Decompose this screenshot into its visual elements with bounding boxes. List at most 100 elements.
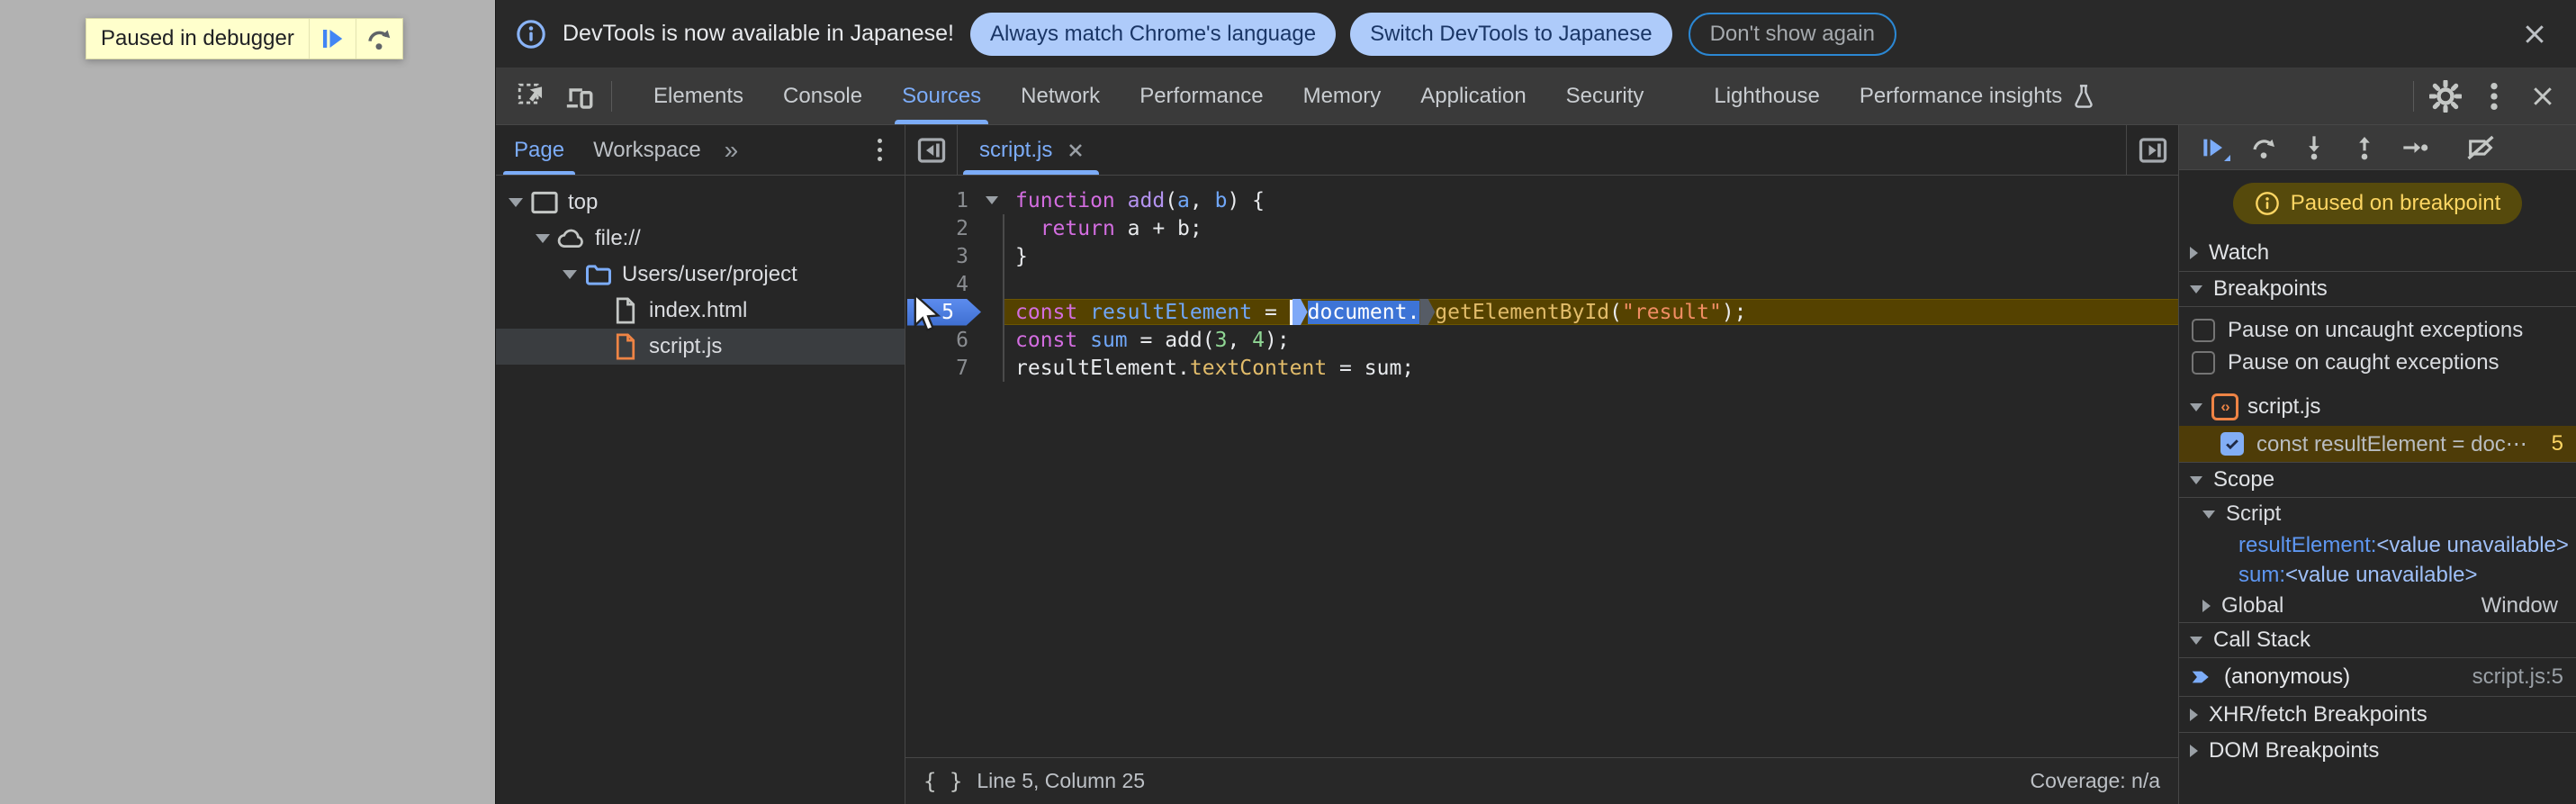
tab-page[interactable]: Page: [500, 125, 579, 175]
line-number[interactable]: 4: [905, 273, 981, 296]
sources-navigator: Page Workspace » top file:// Users/user/pr…: [496, 125, 905, 804]
code-line-content[interactable]: }: [1004, 245, 2178, 268]
scope-global-group[interactable]: Global Window: [2179, 590, 2576, 622]
resume-button[interactable]: [2188, 127, 2238, 168]
tree-item-top[interactable]: top: [496, 185, 905, 221]
close-icon[interactable]: [1065, 140, 1086, 161]
editor-tab-strip: script.js: [905, 125, 2178, 176]
panel-tab-security[interactable]: Security: [1546, 68, 1664, 124]
line-number[interactable]: 6: [905, 329, 981, 352]
breakpoint-checkbox[interactable]: [2220, 432, 2244, 456]
scope-variable-sum[interactable]: sum: <value unavailable>: [2179, 560, 2576, 590]
section-scope[interactable]: Scope: [2179, 462, 2576, 498]
dont-show-again-button[interactable]: Don't show again: [1688, 12, 1896, 56]
infobar-action-button-0[interactable]: Always match Chrome's language: [969, 12, 1337, 56]
exception-toggle-label: Pause on uncaught exceptions: [2228, 318, 2524, 342]
fold-gutter[interactable]: [981, 242, 1004, 270]
panel-tab-elements[interactable]: Elements: [634, 68, 763, 124]
toggle-device-toolbar-button[interactable]: [555, 68, 604, 124]
code-line-content[interactable]: return a + b;: [1004, 217, 2178, 240]
inline-breakpoint-marker-active[interactable]: [1292, 299, 1308, 325]
step-button[interactable]: [2390, 127, 2440, 168]
panel-tab-console[interactable]: Console: [763, 68, 882, 124]
panel-tab-lighthouse[interactable]: Lighthouse: [1694, 68, 1839, 124]
panel-tab-performance[interactable]: Performance: [1120, 68, 1283, 124]
more-options-button[interactable]: [2470, 68, 2518, 124]
fold-gutter[interactable]: [981, 326, 1004, 354]
tree-item-users-user-project[interactable]: Users/user/project: [496, 257, 905, 293]
fold-gutter[interactable]: [981, 270, 1004, 298]
toolbar-separator: [2413, 81, 2414, 112]
settings-button[interactable]: [2421, 68, 2470, 124]
chevron-down-icon: [2190, 285, 2202, 294]
line-number[interactable]: 2: [905, 217, 981, 240]
tree-item-label: Users/user/project: [622, 262, 797, 286]
fold-gutter[interactable]: [981, 298, 1004, 326]
section-dom-breakpoints[interactable]: DOM Breakpoints: [2179, 732, 2576, 768]
line-number[interactable]: 7: [905, 357, 981, 380]
panel-right-icon: [2139, 137, 2166, 163]
navigator-menu-button[interactable]: [861, 125, 897, 175]
line-number[interactable]: 3: [905, 245, 981, 268]
code-line-content[interactable]: resultElement. textContent = sum;: [1004, 357, 2178, 380]
line-number[interactable]: 1: [905, 189, 981, 212]
code-token: 4: [1252, 328, 1265, 352]
code-line-content[interactable]: function add(a, b) {: [1004, 189, 2178, 212]
more-tabs-button[interactable]: »: [716, 125, 748, 175]
paused-in-debugger-banner: Paused in debugger: [86, 18, 403, 59]
show-debugger-sidebar-button[interactable]: [2126, 125, 2178, 175]
infobar-close-button[interactable]: [2517, 16, 2553, 52]
tree-item-script-js[interactable]: script.js: [496, 329, 905, 365]
hide-navigator-button[interactable]: [905, 125, 958, 175]
infobar-action-button-1[interactable]: Switch DevTools to Japanese: [1350, 12, 1672, 56]
section-xhr-breakpoints[interactable]: XHR/fetch Breakpoints: [2179, 696, 2576, 732]
fold-gutter[interactable]: [981, 354, 1004, 382]
section-call-stack[interactable]: Call Stack: [2179, 622, 2576, 658]
tab-script-js[interactable]: script.js: [958, 125, 1104, 175]
panel-tab-strip: Elements Console Sources Network Performance…: [634, 68, 2116, 124]
resume-script-button[interactable]: [308, 19, 356, 59]
code-editor-area[interactable]: 1 function add(a, b) {2 return a + b; 3} 4 5…: [905, 176, 2178, 757]
step-over-button[interactable]: [2238, 127, 2289, 168]
code-token: );: [1265, 328, 1290, 352]
step-out-button[interactable]: [2339, 127, 2390, 168]
code-line-content[interactable]: const resultElement = document. getElemen…: [1004, 299, 2178, 325]
exception-toggle-1: Pause on caught exceptions: [2179, 347, 2576, 379]
fold-gutter[interactable]: [981, 214, 1004, 242]
step-over-button[interactable]: [355, 19, 402, 59]
panel-tab-network[interactable]: Network: [1001, 68, 1120, 124]
devtools-close-button[interactable]: [2518, 68, 2567, 124]
code-line-content[interactable]: const sum = add(3, 4);: [1004, 329, 2178, 352]
execution-line-gutter[interactable]: 5: [905, 298, 981, 326]
breakpoint-entry[interactable]: const resultElement = doc⋯ 5: [2179, 426, 2576, 462]
exception-checkbox[interactable]: [2192, 351, 2215, 375]
coverage-status: Coverage: n/a: [2030, 769, 2160, 792]
scope-variable-resultElement[interactable]: resultElement: <value unavailable>: [2179, 530, 2576, 560]
panel-tab-sources[interactable]: Sources: [882, 68, 1001, 124]
pretty-print-button[interactable]: { }: [923, 769, 962, 794]
exception-toggle-label: Pause on caught exceptions: [2228, 350, 2499, 375]
call-stack-frame[interactable]: (anonymous) script.js:5: [2179, 658, 2576, 696]
fold-gutter[interactable]: [981, 186, 1004, 214]
panel-tab-application[interactable]: Application: [1401, 68, 1545, 124]
scope-global-label: Global: [2221, 593, 2284, 618]
panel-tab-performance-insights[interactable]: Performance insights: [1840, 68, 2116, 124]
exception-checkbox[interactable]: [2192, 319, 2215, 342]
code-line-4: 4: [905, 270, 2178, 298]
section-breakpoints[interactable]: Breakpoints: [2179, 271, 2576, 307]
tree-item-file-[interactable]: file://: [496, 221, 905, 257]
inline-breakpoint-marker[interactable]: [1419, 299, 1436, 325]
section-watch[interactable]: Watch: [2179, 235, 2576, 271]
step-into-button[interactable]: [2289, 127, 2339, 168]
deactivate-breakpoints-button[interactable]: [2455, 127, 2506, 168]
language-infobar: DevTools is now available in Japanese! A…: [496, 0, 2576, 68]
code-token: sum: [1090, 328, 1128, 352]
tree-item-index-html[interactable]: index.html: [496, 293, 905, 329]
breakpoint-file-group[interactable]: ‹› script.js: [2179, 388, 2576, 426]
panel-tab-memory[interactable]: Memory: [1283, 68, 1401, 124]
inspect-element-button[interactable]: [507, 68, 555, 124]
tab-workspace[interactable]: Workspace: [579, 125, 716, 175]
toolbar-separator: [611, 81, 612, 112]
scope-script-group[interactable]: Script: [2179, 498, 2576, 530]
